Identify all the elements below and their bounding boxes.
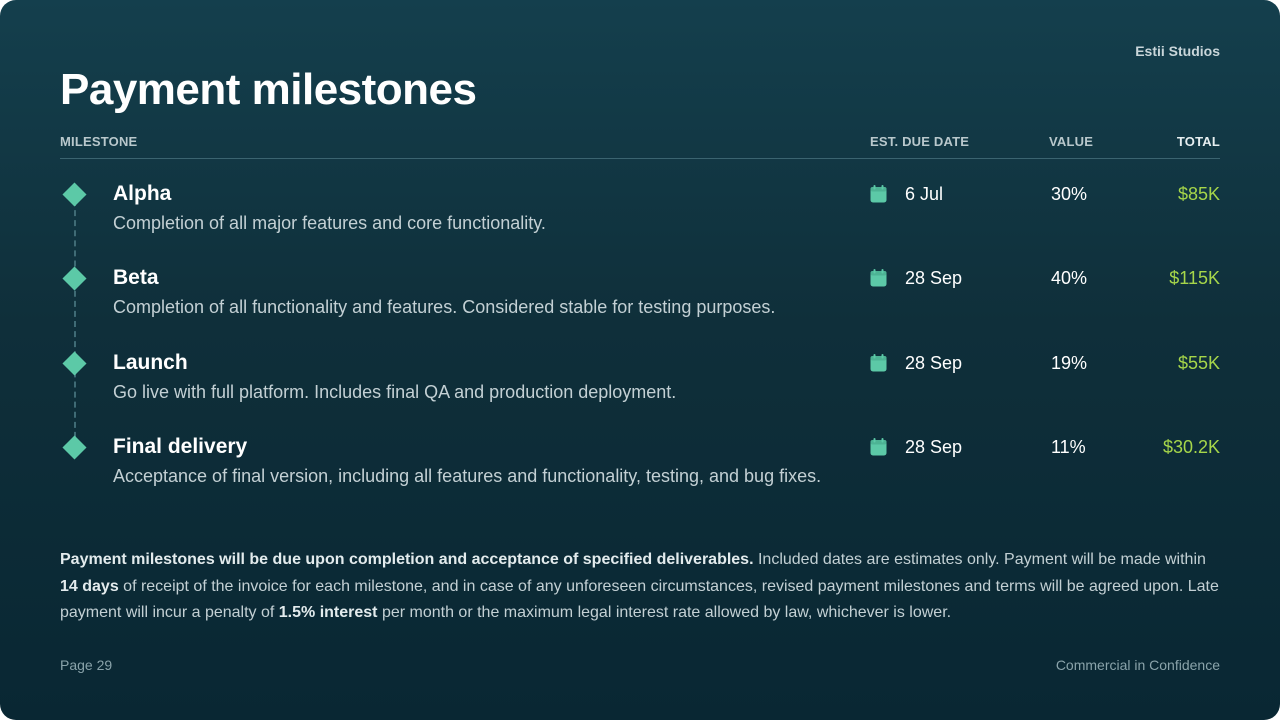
milestone-due-date: 28 Sep — [905, 437, 963, 457]
diamond-icon — [62, 182, 87, 207]
milestone-value: 30% — [1051, 184, 1088, 204]
brand-name: Estii Studios — [1135, 43, 1220, 59]
calendar-icon — [870, 185, 887, 203]
page-title: Payment milestones — [60, 65, 477, 114]
column-header-due-date: EST. DUE DATE — [870, 134, 970, 149]
milestone-value: 19% — [1051, 353, 1088, 373]
milestone-name: Final delivery — [113, 435, 248, 458]
milestone-value: 11% — [1051, 437, 1086, 457]
timeline-connector — [74, 200, 76, 448]
diamond-icon — [62, 435, 87, 460]
milestone-total: $30.2K — [1162, 437, 1220, 457]
milestone-description: Completion of all major features and cor… — [113, 213, 546, 233]
milestone-total: $85K — [1177, 184, 1220, 204]
column-header-milestone: MILESTONE — [60, 134, 138, 149]
milestone-name: Alpha — [113, 182, 172, 205]
diamond-icon — [62, 351, 87, 376]
milestone-due-date: 28 Sep — [905, 353, 963, 373]
payment-terms: Payment milestones will be due upon comp… — [60, 547, 1220, 627]
milestone-description: Go live with full platform. Includes fin… — [113, 382, 677, 402]
calendar-icon — [870, 438, 887, 456]
milestone-total: $115K — [1169, 268, 1220, 288]
confidentiality-note: Commercial in Confidence — [1055, 657, 1220, 673]
calendar-icon — [870, 354, 887, 372]
milestone-description: Acceptance of final version, including a… — [113, 466, 822, 486]
terms-lead: Payment milestones will be due upon comp… — [60, 551, 754, 568]
milestone-total: $55K — [1177, 353, 1220, 373]
milestone-due-date: 6 Jul — [905, 184, 944, 204]
milestone-value: 40% — [1051, 268, 1088, 288]
page-number: Page 29 — [60, 657, 113, 673]
terms-text-3: per month or the maximum legal interest … — [377, 604, 952, 621]
milestone-due-date: 28 Sep — [905, 268, 963, 288]
terms-interest: 1.5% interest — [278, 604, 378, 621]
milestone-description: Completion of all functionality and feat… — [113, 297, 776, 317]
column-header-value: VALUE — [1049, 134, 1094, 149]
milestone-name: Launch — [113, 351, 188, 374]
slide: Estii Studios Payment milestones MILESTO… — [0, 0, 1280, 720]
table-header: MILESTONE EST. DUE DATE VALUE TOTAL — [60, 132, 1220, 159]
calendar-icon — [870, 269, 887, 287]
terms-text-1: Included dates are estimates only. Payme… — [753, 551, 1206, 568]
column-header-total: TOTAL — [1176, 134, 1220, 149]
terms-days: 14 days — [60, 577, 119, 595]
diamond-icon — [62, 266, 87, 291]
milestone-name: Beta — [113, 266, 159, 289]
